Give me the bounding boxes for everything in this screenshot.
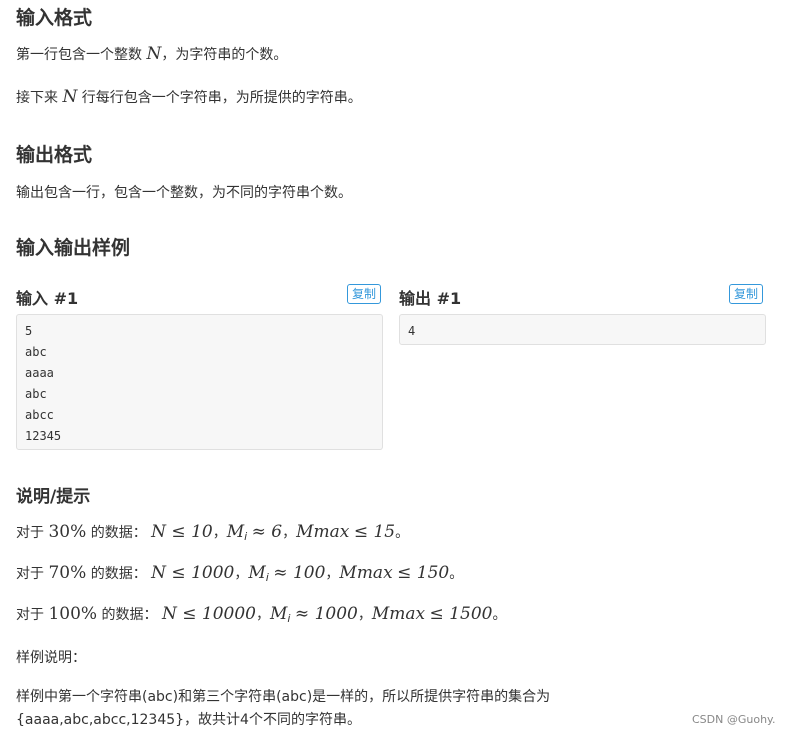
sample-output-box[interactable]: 4 — [399, 314, 766, 345]
watermark: CSDN @Guohy. — [692, 713, 776, 726]
hint-row-1: 对于 30% 的数据： N ≤ 10，Mi ≈ 6，Mmax ≤ 15。 — [16, 522, 410, 543]
sample-input-line: 12345 — [25, 429, 62, 443]
samples-title: 输入输出样例 — [16, 237, 131, 259]
output-format-line-1: 输出包含一行，包含一个整数，为不同的字符串个数。 — [16, 185, 352, 201]
output-format-title: 输出格式 — [16, 144, 93, 166]
sample-input-line: 5 — [25, 324, 33, 338]
sample-note-line-1: 样例中第一个字符串(abc)和第三个字符串(abc)是一样的，所以所提供字符串的… — [16, 689, 551, 705]
input-format-line-1: 第一行包含一个整数 N，为字符串的个数。 — [16, 44, 288, 64]
sample-output-label: 输出 #1 — [399, 289, 462, 308]
sample-note-title: 样例说明： — [16, 650, 86, 666]
sample-note-line-2: {aaaa,abc,abcc,12345}，故共计4个不同的字符串。 — [16, 712, 361, 728]
hint-row-2: 对于 70% 的数据： N ≤ 1000，Mi ≈ 100，Mmax ≤ 150… — [16, 563, 464, 584]
sample-input-line: abc — [25, 387, 47, 401]
copy-input-button[interactable]: 复制 — [347, 284, 382, 304]
sample-input-line: aaaa — [25, 366, 54, 380]
hint-title: 说明/提示 — [16, 487, 91, 507]
sample-input-label: 输入 #1 — [16, 289, 79, 308]
sample-input-line: abc — [25, 345, 47, 359]
input-format-line-2: 接下来 N 行每行包含一个字符串，为所提供的字符串。 — [16, 87, 362, 107]
input-format-title: 输入格式 — [16, 7, 93, 29]
copy-output-button[interactable]: 复制 — [729, 284, 764, 304]
sample-output-line: 4 — [408, 324, 416, 338]
sample-input-line: abcc — [25, 408, 54, 422]
hint-row-3: 对于 100% 的数据： N ≤ 10000，Mi ≈ 1000，Mmax ≤ … — [16, 604, 507, 625]
sample-input-box[interactable]: 5 abc aaaa abc abcc 12345 — [16, 314, 383, 450]
